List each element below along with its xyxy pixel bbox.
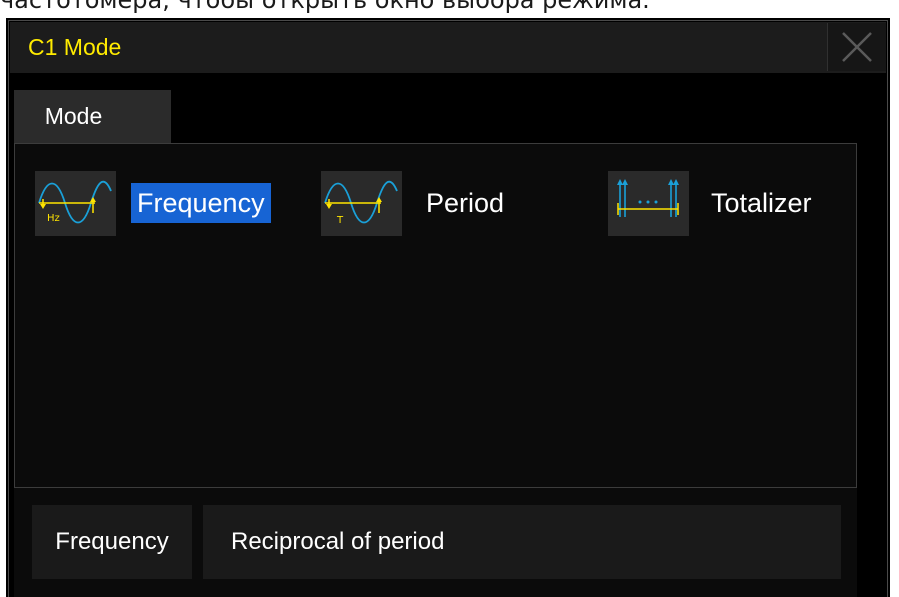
page: частотомера, чтобы открыть окно выбора р…	[0, 0, 899, 597]
tab-mode[interactable]: Mode	[14, 90, 171, 143]
info-mode-description: Reciprocal of period	[203, 505, 841, 579]
mode-dialog: C1 Mode Mode Hz Frequency T Period Total…	[6, 18, 890, 597]
info-mode-name: Frequency	[32, 505, 192, 579]
close-icon	[842, 32, 872, 62]
dialog-titlebar: C1 Mode	[10, 22, 886, 73]
totalizer-counter-icon[interactable]	[608, 171, 689, 236]
mode-totalizer[interactable]: Totalizer	[711, 183, 812, 223]
document-caption: частотомера, чтобы открыть окно выбора р…	[0, 0, 650, 14]
close-button[interactable]	[827, 23, 886, 71]
mode-period[interactable]: Period	[426, 183, 504, 223]
frequency-waveform-icon[interactable]: Hz	[35, 171, 116, 236]
mode-frequency[interactable]: Frequency	[131, 183, 271, 223]
frequency-icon-text: Hz	[47, 213, 60, 224]
period-waveform-icon[interactable]: T	[321, 171, 402, 236]
dialog-title: C1 Mode	[28, 34, 122, 60]
period-icon-text: T	[336, 215, 344, 226]
